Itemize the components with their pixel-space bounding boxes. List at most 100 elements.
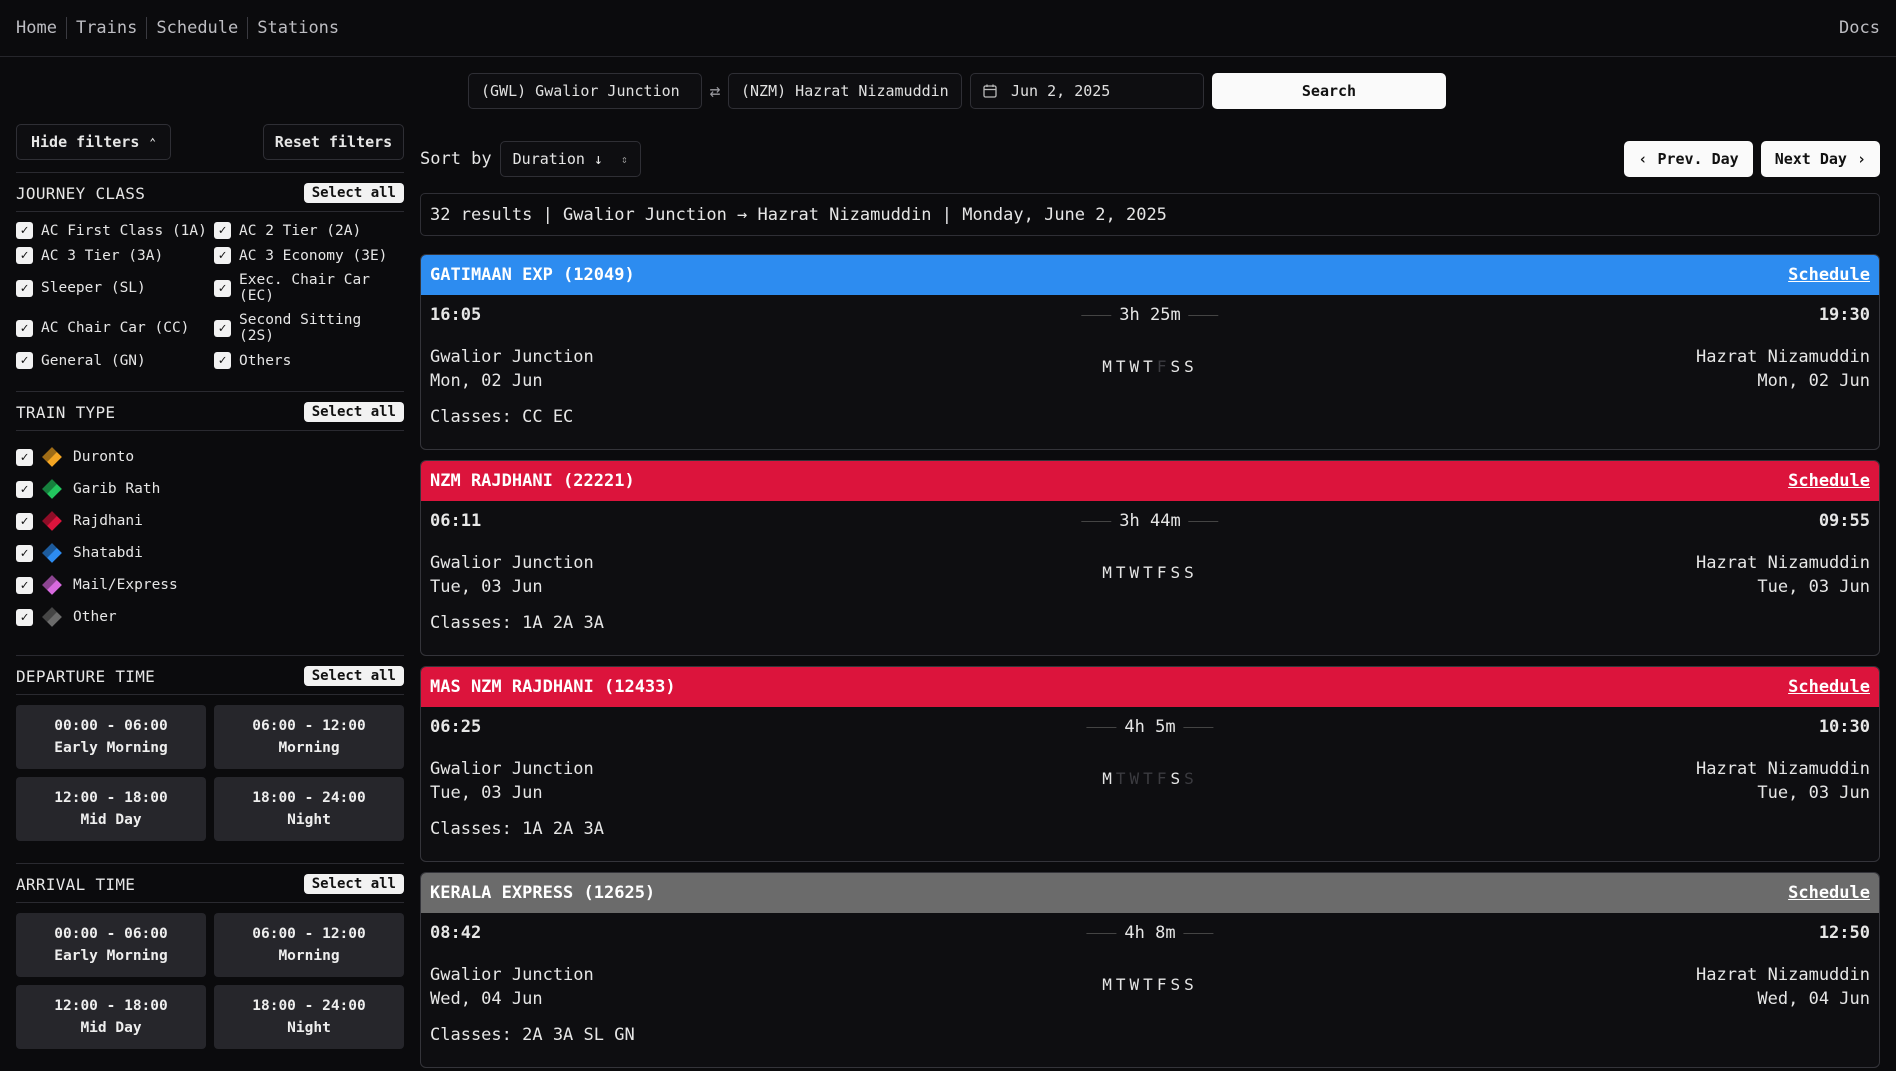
check-icon[interactable]: ✓ <box>16 352 33 369</box>
running-day: S <box>1184 975 1198 994</box>
check-icon[interactable]: ✓ <box>214 319 231 337</box>
slot-range: 00:00 - 06:00 <box>54 926 168 942</box>
train-type-option[interactable]: ✓ Garib Rath <box>16 473 404 505</box>
train-type-label: Other <box>73 609 117 625</box>
check-icon[interactable]: ✓ <box>16 608 33 626</box>
origin-date: Wed, 04 Jun <box>430 989 543 1009</box>
running-day: F <box>1156 563 1171 582</box>
arrival-time: 10:30 <box>1818 717 1870 737</box>
journey-class-option[interactable]: ✓ Others <box>214 352 404 369</box>
check-icon[interactable]: ✓ <box>214 222 231 239</box>
arrival-slot[interactable]: 00:00 - 06:00 Early Morning <box>16 913 206 977</box>
departure-select-all[interactable]: Select all <box>303 666 404 686</box>
check-icon[interactable]: ✓ <box>214 279 231 297</box>
origin-date: Mon, 02 Jun <box>430 371 543 391</box>
date-field[interactable]: Jun 2, 2025 <box>970 73 1204 109</box>
schedule-link[interactable]: Schedule <box>1788 883 1870 903</box>
check-icon[interactable]: ✓ <box>16 544 33 562</box>
nav-home[interactable]: Home <box>16 17 66 39</box>
next-day-button[interactable]: Next Day › <box>1760 141 1880 177</box>
train-type-label: Garib Rath <box>73 481 161 497</box>
sort-label: Sort by <box>420 149 492 169</box>
check-icon[interactable]: ✓ <box>16 448 33 466</box>
running-day: S <box>1170 563 1185 582</box>
hide-filters-button[interactable]: Hide filters ⌃ <box>16 124 171 160</box>
to-station-field[interactable]: (NZM) Hazrat Nizamuddin <box>728 73 962 109</box>
main-nav: Home Trains Schedule Stations <box>16 17 348 39</box>
duration: 4h 8m <box>1086 923 1214 943</box>
slot-range: 00:00 - 06:00 <box>54 718 168 734</box>
duration: 3h 44m <box>1081 511 1219 531</box>
chevron-up-icon: ⌃ <box>149 135 156 149</box>
train-type-option[interactable]: ✓ Other <box>16 601 404 633</box>
from-station-field[interactable]: (GWL) Gwalior Junction <box>468 73 702 109</box>
sort-select[interactable]: Duration ↓ ⇕ <box>499 141 641 177</box>
chevron-right-icon: › <box>1856 150 1866 168</box>
train-card-body: 08:42 12:50 4h 8m Gwalior Junction Wed, 04 J… <box>421 913 1879 1067</box>
check-icon[interactable]: ✓ <box>16 279 33 297</box>
slot-range: 12:00 - 18:00 <box>54 998 168 1014</box>
train-type-option[interactable]: ✓ Shatabdi <box>16 537 404 569</box>
slot-range: 18:00 - 24:00 <box>252 790 366 806</box>
schedule-link[interactable]: Schedule <box>1788 265 1870 285</box>
running-day: F <box>1156 357 1171 376</box>
arrival-select-all[interactable]: Select all <box>303 874 404 894</box>
arrival-slot[interactable]: 06:00 - 12:00 Morning <box>214 913 404 977</box>
train-type-list: ✓ Duronto ✓ Garib Rath ✓ Rajdhani ✓ Shatabdi ✓ Ma… <box>16 441 404 633</box>
journey-class-option[interactable]: ✓ General (GN) <box>16 352 214 369</box>
check-icon[interactable]: ✓ <box>16 576 33 594</box>
check-icon[interactable]: ✓ <box>16 247 33 264</box>
journey-class-option[interactable]: ✓ Sleeper (SL) <box>16 272 214 304</box>
journey-class-option[interactable]: ✓ Exec. Chair Car (EC) <box>214 272 404 304</box>
swap-icon[interactable]: ⇄ <box>702 81 728 102</box>
arrival-slot[interactable]: 18:00 - 24:00 Night <box>214 985 404 1049</box>
journey-class-option[interactable]: ✓ Second Sitting (2S) <box>214 312 404 344</box>
duration-line <box>1086 932 1117 934</box>
results-panel: Sort by Duration ↓ ⇕ ‹ Prev. Day Next Da… <box>420 141 1880 1068</box>
departure-slot[interactable]: 00:00 - 06:00 Early Morning <box>16 705 206 769</box>
duration-line <box>1183 932 1214 934</box>
journey-class-select-all[interactable]: Select all <box>303 183 404 203</box>
journey-class-label: AC 3 Economy (3E) <box>239 247 388 264</box>
slot-name: Night <box>287 1020 331 1036</box>
train-type-option[interactable]: ✓ Mail/Express <box>16 569 404 601</box>
check-icon[interactable]: ✓ <box>16 319 33 337</box>
search-button[interactable]: Search <box>1212 73 1446 109</box>
journey-class-option[interactable]: ✓ AC 3 Economy (3E) <box>214 247 404 264</box>
journey-class-option[interactable]: ✓ AC First Class (1A) <box>16 222 214 239</box>
train-type-select-all[interactable]: Select all <box>303 402 404 422</box>
check-icon[interactable]: ✓ <box>16 222 33 239</box>
reset-filters-button[interactable]: Reset filters <box>263 124 404 160</box>
train-type-option[interactable]: ✓ Duronto <box>16 441 404 473</box>
departure-time: 16:05 <box>430 305 482 325</box>
duration-value: 3h 25m <box>1119 305 1181 325</box>
schedule-link[interactable]: Schedule <box>1788 471 1870 491</box>
origin-station: Gwalior Junction <box>430 553 594 573</box>
schedule-link[interactable]: Schedule <box>1788 677 1870 697</box>
journey-class-option[interactable]: ✓ AC Chair Car (CC) <box>16 312 214 344</box>
departure-slot[interactable]: 12:00 - 18:00 Mid Day <box>16 777 206 841</box>
running-day: W <box>1129 769 1144 788</box>
arrival-slot[interactable]: 12:00 - 18:00 Mid Day <box>16 985 206 1049</box>
journey-class-list: ✓ AC First Class (1A) ✓ AC 2 Tier (2A) ✓ AC 3… <box>16 222 404 369</box>
running-days: MTWTFSS <box>1102 975 1197 994</box>
train-type-option[interactable]: ✓ Rajdhani <box>16 505 404 537</box>
diamond-icon <box>42 575 62 595</box>
sort-updown-icon: ⇕ <box>620 152 628 166</box>
nav-docs[interactable]: Docs <box>1839 18 1880 38</box>
train-card-header: GATIMAAN EXP (12049) Schedule <box>421 255 1879 295</box>
prev-day-button[interactable]: ‹ Prev. Day <box>1624 141 1753 177</box>
running-day: M <box>1102 357 1116 376</box>
journey-class-option[interactable]: ✓ AC 3 Tier (3A) <box>16 247 214 264</box>
departure-slot[interactable]: 18:00 - 24:00 Night <box>214 777 404 841</box>
departure-slot[interactable]: 06:00 - 12:00 Morning <box>214 705 404 769</box>
slot-name: Early Morning <box>54 740 168 756</box>
nav-stations[interactable]: Stations <box>247 17 348 39</box>
check-icon[interactable]: ✓ <box>214 352 231 369</box>
journey-class-option[interactable]: ✓ AC 2 Tier (2A) <box>214 222 404 239</box>
check-icon[interactable]: ✓ <box>214 247 231 264</box>
check-icon[interactable]: ✓ <box>16 480 33 498</box>
nav-schedule[interactable]: Schedule <box>146 17 247 39</box>
check-icon[interactable]: ✓ <box>16 512 33 530</box>
nav-trains[interactable]: Trains <box>65 17 146 39</box>
